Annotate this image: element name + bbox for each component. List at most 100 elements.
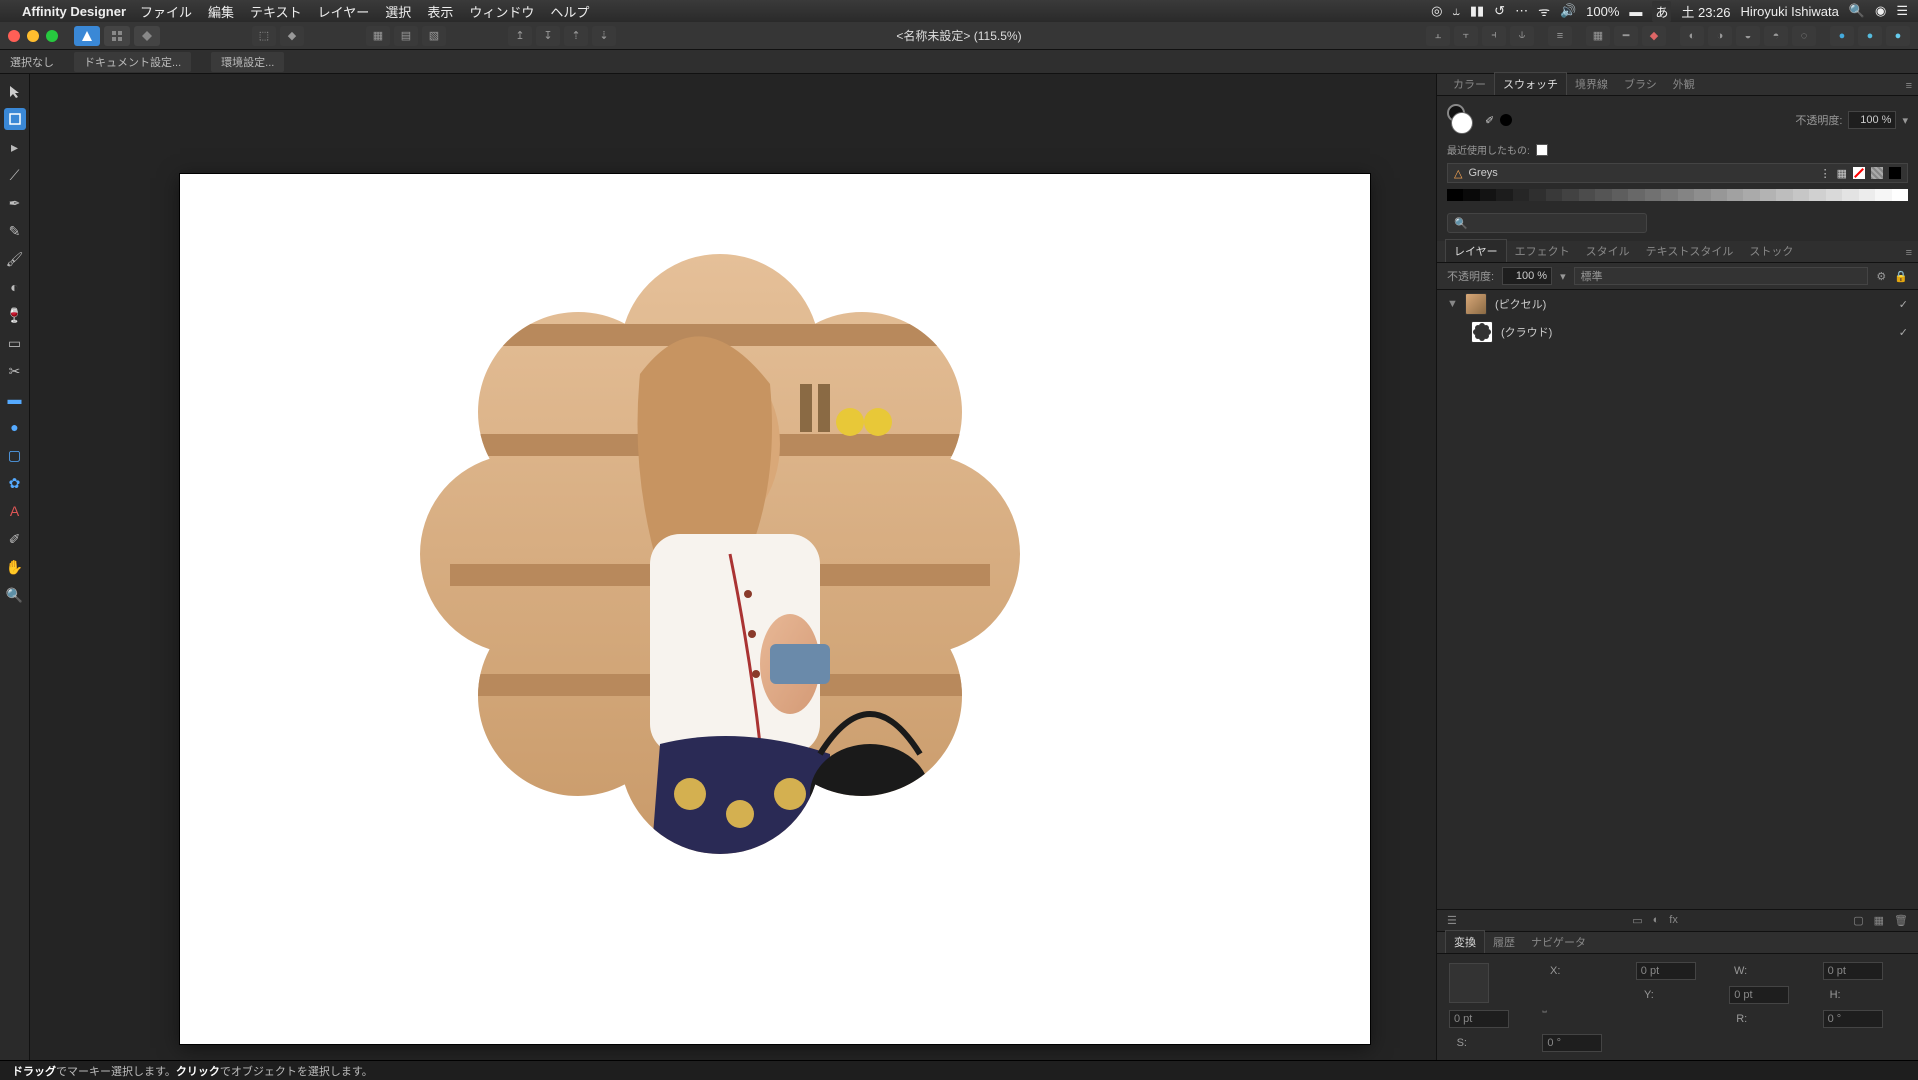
tab-styles[interactable]: スタイル (1578, 240, 1638, 262)
stepper-icon[interactable]: ▾ (1560, 270, 1566, 283)
insert-btn[interactable]: ━ (1614, 26, 1638, 46)
vector-brush-tool[interactable]: 🖌 (4, 248, 26, 270)
tab-color[interactable]: カラー (1445, 73, 1494, 95)
menu-edit[interactable]: 編集 (208, 2, 234, 21)
add-pixel-layer-icon[interactable]: ▦ (1874, 914, 1884, 927)
snap-btn[interactable]: ▧ (422, 26, 446, 46)
panel-menu-icon[interactable]: ≡ (1898, 77, 1918, 95)
r-input[interactable] (1823, 1010, 1883, 1028)
grey-swatch[interactable] (1892, 189, 1908, 201)
grey-swatch[interactable] (1842, 189, 1858, 201)
shape-cog-tool[interactable]: ✿ (4, 472, 26, 494)
anchor-selector[interactable] (1449, 963, 1489, 1003)
layers-icon[interactable]: ☰ (1447, 914, 1457, 927)
menu-window[interactable]: ウィンドウ (469, 2, 534, 21)
grey-swatch[interactable] (1711, 189, 1727, 201)
grey-swatch[interactable] (1809, 189, 1825, 201)
grey-swatch[interactable] (1793, 189, 1809, 201)
grey-swatch[interactable] (1480, 189, 1496, 201)
wifi-icon[interactable]: ᯤ (1538, 2, 1550, 20)
swatch-search[interactable]: 🔍 (1447, 213, 1647, 233)
close-button[interactable] (8, 30, 20, 42)
volume-icon[interactable]: 🔊 (1560, 3, 1576, 19)
user-name[interactable]: Hiroyuki Ishiwata (1741, 4, 1839, 19)
move-tool[interactable] (4, 80, 26, 102)
hand-tool[interactable]: ✋ (4, 556, 26, 578)
grey-swatch[interactable] (1595, 189, 1611, 201)
w-input[interactable] (1823, 962, 1883, 980)
layer-row[interactable]: ▼ (ピクセル) ✓ (1437, 290, 1918, 318)
tab-layers[interactable]: レイヤー (1445, 239, 1507, 262)
menu-file[interactable]: ファイル (140, 2, 192, 21)
insert-btn[interactable]: ▦ (1586, 26, 1610, 46)
color-picker-tool[interactable]: ✐ (4, 528, 26, 550)
align-btn[interactable]: ⫟ (1454, 26, 1478, 46)
status-icon[interactable]: ▮▮ (1470, 3, 1484, 19)
fill-stroke-selector[interactable] (1447, 104, 1479, 136)
layer-name[interactable]: (ピクセル) (1495, 296, 1546, 312)
boolean-btn[interactable]: ◐ (1680, 26, 1704, 46)
tab-navigator[interactable]: ナビゲータ (1523, 931, 1594, 953)
toolbar-btn[interactable]: ◆ (280, 26, 304, 46)
grey-swatch[interactable] (1546, 189, 1562, 201)
add-layer-icon[interactable]: ▢ (1853, 914, 1863, 927)
persona-export[interactable] (134, 26, 160, 46)
artboard[interactable] (180, 174, 1370, 1044)
layer-name[interactable]: (クラウド) (1501, 324, 1552, 340)
doc-settings-button[interactable]: ドキュメント設定... (74, 52, 191, 72)
text-tool[interactable]: A (4, 500, 26, 522)
grey-swatch[interactable] (1661, 189, 1677, 201)
grey-swatch[interactable] (1727, 189, 1743, 201)
fx-icon[interactable]: fx (1669, 914, 1678, 927)
visibility-toggle[interactable]: ✓ (1899, 298, 1908, 311)
node-tool[interactable]: ▸ (4, 136, 26, 158)
link-wh-icon[interactable]: ⎵ (1542, 1001, 1625, 1014)
account-btn[interactable]: ● (1858, 26, 1882, 46)
grey-swatch[interactable] (1612, 189, 1628, 201)
corner-tool[interactable]: ⟋ (4, 164, 26, 186)
grey-swatch[interactable] (1776, 189, 1792, 201)
grey-swatch[interactable] (1859, 189, 1875, 201)
snap-btn[interactable]: ▤ (394, 26, 418, 46)
grey-swatch[interactable] (1496, 189, 1512, 201)
ime-indicator[interactable]: あ (1652, 1, 1671, 22)
order-btn[interactable]: ⇣ (592, 26, 616, 46)
menu-view[interactable]: 表示 (427, 2, 453, 21)
notification-center-icon[interactable]: ☰ (1896, 3, 1908, 19)
grey-swatch[interactable] (1875, 189, 1891, 201)
persona-pixel[interactable] (104, 26, 130, 46)
clipped-image[interactable] (400, 234, 1040, 874)
status-icon[interactable]: ◎ (1431, 3, 1442, 19)
tab-stock[interactable]: ストック (1741, 240, 1801, 262)
clock[interactable]: 土 23:26 (1681, 2, 1730, 21)
grey-swatch[interactable] (1513, 189, 1529, 201)
fill-swatch[interactable] (1451, 112, 1473, 134)
boolean-btn[interactable]: ◒ (1736, 26, 1760, 46)
recent-color-swatch[interactable] (1536, 144, 1548, 156)
status-icon[interactable]: ⋯ (1515, 3, 1528, 19)
grey-swatch[interactable] (1694, 189, 1710, 201)
adjustment-icon[interactable]: ◐ (1653, 914, 1660, 927)
shape-rect-tool[interactable]: ▬ (4, 388, 26, 410)
grey-swatch[interactable] (1678, 189, 1694, 201)
transparency-tool[interactable]: 🍷 (4, 304, 26, 326)
menu-text[interactable]: テキスト (250, 2, 302, 21)
pen-tool[interactable]: ✒ (4, 192, 26, 214)
boolean-btn[interactable]: ◓ (1764, 26, 1788, 46)
grey-swatch[interactable] (1529, 189, 1545, 201)
tab-appearance[interactable]: 外観 (1665, 73, 1703, 95)
minimize-button[interactable] (27, 30, 39, 42)
registration-swatch-icon[interactable] (1871, 167, 1883, 179)
status-icon[interactable]: ↺ (1494, 3, 1505, 19)
grey-swatch[interactable] (1447, 189, 1463, 201)
canvas[interactable] (30, 74, 1436, 1060)
menu-help[interactable]: ヘルプ (550, 2, 589, 21)
app-name[interactable]: Affinity Designer (22, 4, 126, 19)
arrange-btn[interactable]: ≡ (1548, 26, 1572, 46)
snap-btn[interactable]: ▦ (366, 26, 390, 46)
persona-designer[interactable] (74, 26, 100, 46)
tab-brushes[interactable]: ブラシ (1616, 73, 1665, 95)
pencil-tool[interactable]: ✎ (4, 220, 26, 242)
toolbar-btn[interactable]: ⬚ (252, 26, 276, 46)
fill-tool[interactable]: ◐ (4, 276, 26, 298)
